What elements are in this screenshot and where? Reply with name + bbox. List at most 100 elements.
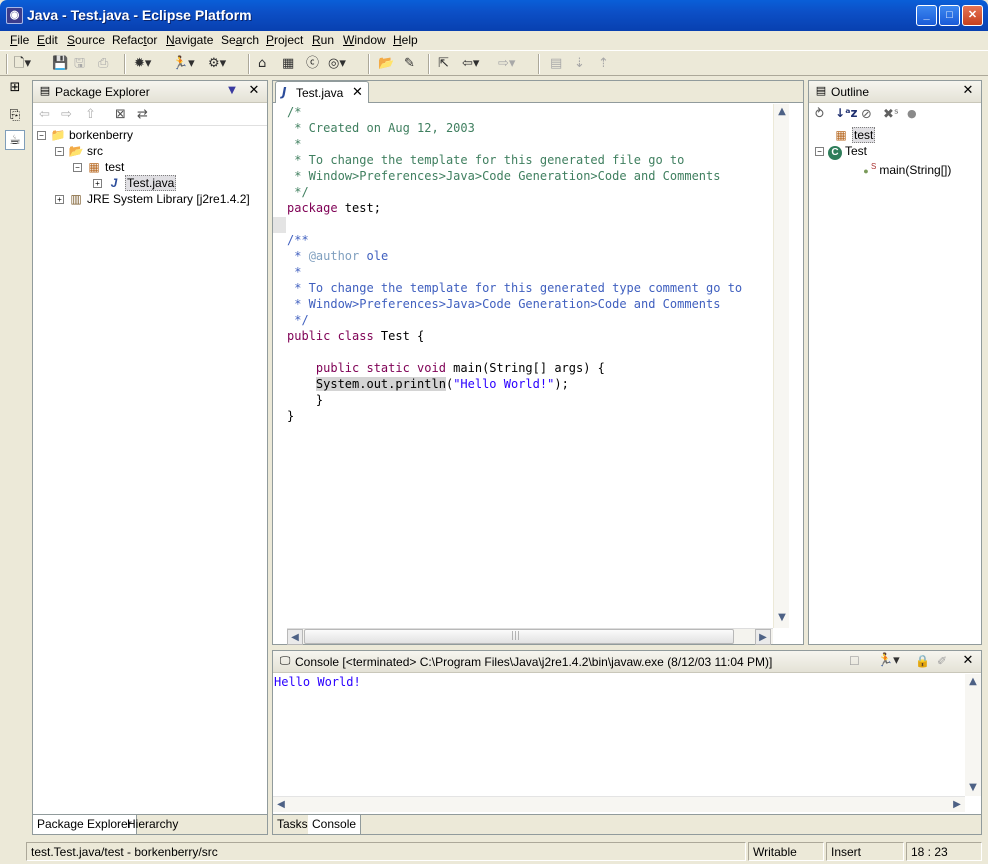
package-explorer-toolbar: ⇦ ⇨ ⇧ ⊠ ⇄: [33, 104, 267, 126]
new-class-icon[interactable]: ⓒ: [306, 55, 319, 72]
print-icon: ⎙: [98, 56, 109, 71]
scroll-right-icon[interactable]: ▶: [949, 797, 965, 813]
scroll-down-icon[interactable]: ▼: [965, 780, 981, 796]
console-output[interactable]: Hello World!: [274, 675, 361, 689]
console-tabs: Tasks Console: [273, 814, 981, 834]
java-perspective-icon[interactable]: ☕: [5, 130, 25, 150]
hide-static-icon[interactable]: ✖ˢ: [883, 107, 899, 122]
sort-icon[interactable]: ↓ᵃz: [835, 106, 858, 120]
scroll-down-icon[interactable]: ▼: [774, 610, 790, 626]
menu-navigate[interactable]: Navigate: [166, 33, 213, 47]
outline-icon: ▤: [815, 84, 827, 97]
menu-search[interactable]: Search: [221, 33, 259, 47]
menu-project[interactable]: Project: [266, 33, 303, 47]
view-menu-chevron-down-icon[interactable]: ▼: [225, 84, 239, 98]
close-view-icon[interactable]: ✕: [961, 84, 975, 98]
new-java-project-icon[interactable]: ⌂: [258, 55, 266, 72]
editor-horizontal-scrollbar[interactable]: ◀ ||| ▶: [287, 628, 773, 645]
collapse-icon[interactable]: −: [815, 147, 824, 156]
search-icon[interactable]: ✎: [404, 55, 415, 72]
tab-package-explorer[interactable]: Package Explorer: [33, 815, 137, 834]
status-writable: Writable: [748, 842, 824, 861]
outline-item-class[interactable]: − C Test: [815, 143, 867, 160]
outline-header: ▤ Outline ✕: [809, 81, 981, 103]
console-horizontal-scrollbar[interactable]: ◀ ▶: [273, 796, 965, 812]
resource-perspective-icon[interactable]: ⎘: [5, 106, 25, 126]
code-line: *: [287, 265, 302, 279]
horizontal-scroll-thumb[interactable]: |||: [304, 629, 734, 644]
eclipse-app-icon[interactable]: ◉: [6, 7, 23, 24]
perspective-bar: ⊞ ⎘ ☕: [2, 78, 28, 160]
hide-fields-icon[interactable]: ⊘: [861, 107, 872, 122]
scroll-lock-icon: 🔒: [915, 654, 930, 668]
new-wizard-icon[interactable]: 🗋▾: [14, 55, 31, 72]
toolbar-separator: [538, 54, 540, 74]
method-icon: ●: [863, 166, 869, 176]
package-explorer-title: Package Explorer: [55, 85, 150, 99]
outline-item-package[interactable]: ▦ test: [833, 127, 876, 143]
tab-hierarchy[interactable]: Hierarchy: [123, 815, 182, 834]
editor-ruler[interactable]: [273, 104, 287, 627]
display-selected-console-icon[interactable]: 🏃▾: [877, 653, 900, 668]
menu-window[interactable]: Window: [343, 33, 386, 47]
editor-tab-label: Test.java: [296, 86, 344, 100]
close-view-icon[interactable]: ✕: [961, 654, 975, 668]
code-line: }: [287, 393, 324, 407]
tree-item-project[interactable]: − 📁 borkenberry: [37, 127, 133, 143]
tree-item-src[interactable]: − 📂 src: [55, 143, 103, 159]
scroll-right-icon[interactable]: ▶: [755, 629, 771, 645]
editor-vertical-scrollbar[interactable]: ▲ ▼: [773, 104, 789, 628]
maximize-button[interactable]: □: [939, 5, 960, 26]
console-title: Console [<terminated> C:\Program Files\J…: [295, 655, 773, 669]
menu-edit[interactable]: Edit: [37, 33, 58, 47]
open-perspective-icon[interactable]: ⊞: [5, 78, 25, 98]
hide-nonpublic-icon[interactable]: ●: [907, 107, 917, 120]
scroll-up-icon[interactable]: ▲: [774, 104, 790, 120]
tree-item-test-java[interactable]: + J Test.java: [93, 175, 177, 191]
close-button[interactable]: ✕: [962, 5, 983, 26]
external-tools-icon[interactable]: ⚙▾: [208, 55, 226, 72]
menu-source[interactable]: Source: [67, 33, 105, 47]
title-bar[interactable]: ◉ Java - Test.java - Eclipse Platform _ …: [0, 0, 988, 31]
source-folder-icon: 📂: [68, 144, 84, 158]
close-editor-icon[interactable]: ✕: [352, 85, 363, 100]
open-type-icon[interactable]: 📂: [378, 55, 394, 72]
expand-all-icon[interactable]: ⥁: [815, 107, 824, 122]
debug-icon[interactable]: ✹▾: [134, 55, 151, 72]
expand-icon[interactable]: +: [55, 195, 64, 204]
new-other-icon[interactable]: ◎▾: [328, 55, 346, 72]
tree-item-jre-library[interactable]: + ▥ JRE System Library [j2re1.4.2]: [55, 191, 250, 207]
minimize-button[interactable]: _: [916, 5, 937, 26]
tab-console[interactable]: Console: [308, 815, 362, 834]
collapse-icon[interactable]: −: [73, 163, 82, 172]
tree-item-package-test[interactable]: − ▦ test: [73, 159, 124, 175]
collapse-all-icon[interactable]: ⊠: [115, 107, 126, 122]
editor-tab-test-java[interactable]: J Test.java ✕: [275, 81, 369, 103]
close-view-icon[interactable]: ✕: [247, 84, 261, 98]
toolbar-separator: [248, 54, 250, 74]
outline-item-label: test: [852, 127, 876, 143]
link-with-editor-icon[interactable]: ⇄: [137, 107, 148, 122]
save-all-icon: 🖫: [74, 56, 86, 71]
run-icon[interactable]: 🏃▾: [172, 55, 195, 72]
new-package-icon[interactable]: ▦: [282, 55, 294, 72]
next-annotation-icon: ⇣: [574, 56, 585, 71]
menu-refactor[interactable]: Refactor: [112, 33, 157, 47]
menu-help[interactable]: Help: [393, 33, 418, 47]
collapse-icon[interactable]: −: [55, 147, 64, 156]
forward-icon: ⇨: [61, 107, 72, 122]
code-area[interactable]: /* * Created on Aug 12, 2003 * * To chan…: [287, 104, 773, 627]
menu-file[interactable]: File: [10, 33, 29, 47]
expand-icon[interactable]: +: [93, 179, 102, 188]
back-icon[interactable]: ⇦▾: [462, 55, 479, 72]
scroll-left-icon[interactable]: ◀: [273, 797, 289, 813]
collapse-icon[interactable]: −: [37, 131, 46, 140]
scroll-left-icon[interactable]: ◀: [287, 629, 303, 645]
scroll-up-icon[interactable]: ▲: [965, 674, 981, 690]
menu-run[interactable]: Run: [312, 33, 334, 47]
tab-tasks[interactable]: Tasks: [273, 815, 313, 834]
console-vertical-scrollbar[interactable]: ▲ ▼: [965, 674, 981, 796]
outline-item-method[interactable]: ● Smain(String[]): [861, 159, 951, 177]
last-edit-location-icon[interactable]: ⇱: [438, 55, 449, 72]
static-badge: S: [871, 162, 877, 171]
